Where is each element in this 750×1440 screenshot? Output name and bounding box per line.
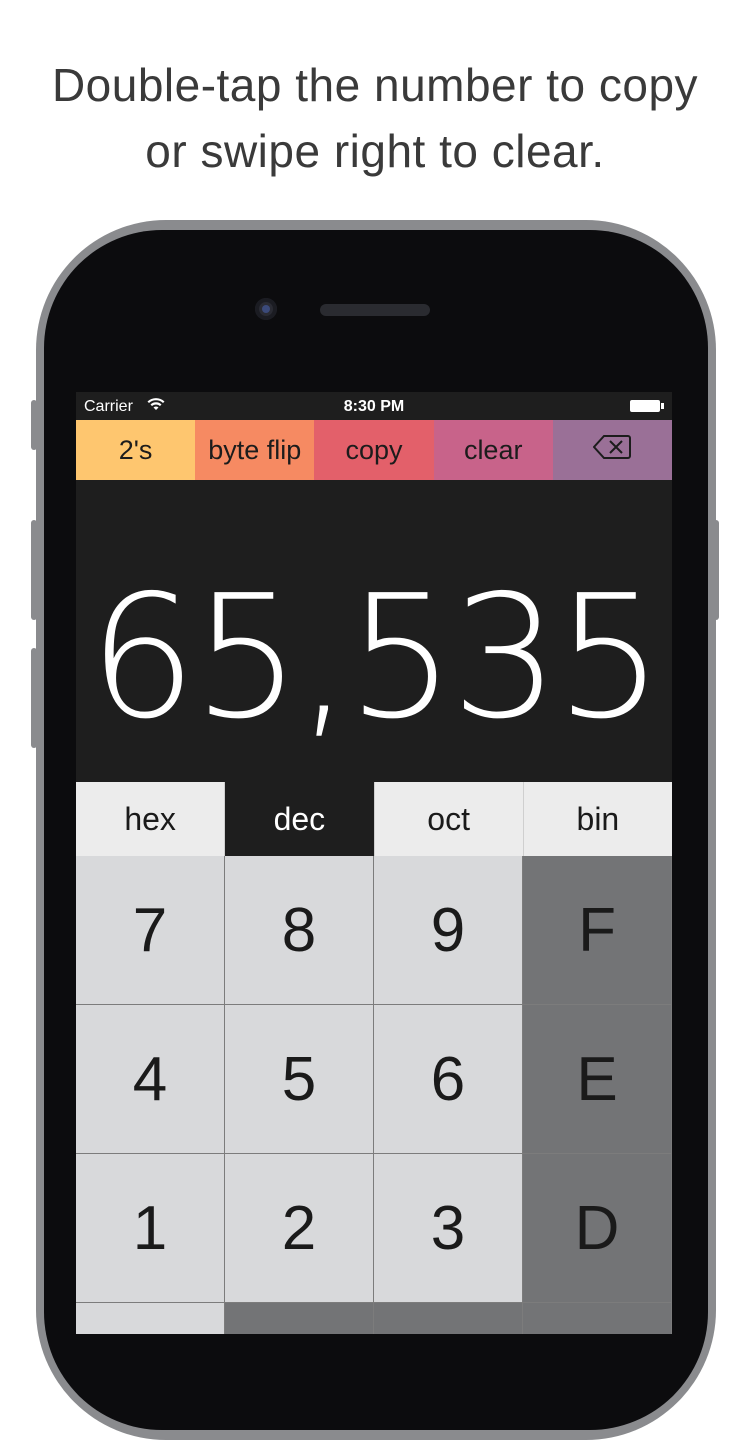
power-button [713, 520, 719, 620]
battery-icon [630, 400, 664, 412]
key-bottom-4[interactable] [523, 1303, 672, 1334]
base-mode-tabs: hex dec oct bin [76, 782, 672, 856]
key-1[interactable]: 1 [76, 1154, 225, 1303]
caption-line-2: or swipe right to clear. [145, 125, 605, 177]
key-2[interactable]: 2 [225, 1154, 374, 1303]
key-3[interactable]: 3 [374, 1154, 523, 1303]
clear-button[interactable]: clear [433, 420, 553, 480]
key-6[interactable]: 6 [374, 1005, 523, 1154]
front-camera [255, 298, 277, 320]
key-4[interactable]: 4 [76, 1005, 225, 1154]
caption-line-1: Double-tap the number to copy [51, 59, 699, 111]
backspace-button[interactable] [552, 420, 672, 480]
app-screen: Carrier 8:30 PM 2's byte flip copy clear… [76, 392, 672, 1334]
earpiece-speaker [320, 304, 430, 316]
volume-up-button [31, 520, 37, 620]
key-e[interactable]: E [523, 1005, 672, 1154]
display-value[interactable]: 65,535 [76, 568, 672, 748]
key-7[interactable]: 7 [76, 856, 225, 1005]
key-bottom-2[interactable] [225, 1303, 374, 1334]
action-bar: 2's byte flip copy clear [76, 420, 672, 480]
tab-dec[interactable]: dec [225, 782, 375, 856]
twos-complement-button[interactable]: 2's [76, 420, 196, 480]
key-5[interactable]: 5 [225, 1005, 374, 1154]
copy-button[interactable]: copy [314, 420, 434, 480]
tab-oct[interactable]: oct [374, 782, 524, 856]
key-9[interactable]: 9 [374, 856, 523, 1005]
backspace-icon [593, 434, 632, 467]
byte-flip-button[interactable]: byte flip [195, 420, 315, 480]
tab-bin[interactable]: bin [523, 782, 672, 856]
number-display[interactable]: 65,535 [76, 480, 672, 782]
keypad: 7 8 9 F 4 5 6 E 1 2 3 D [76, 856, 672, 1334]
key-bottom-3[interactable] [374, 1303, 523, 1334]
key-bottom-1[interactable] [76, 1303, 225, 1334]
tab-hex[interactable]: hex [76, 782, 226, 856]
key-d[interactable]: D [523, 1154, 672, 1303]
clock: 8:30 PM [343, 398, 405, 415]
volume-down-button [31, 648, 37, 748]
key-f[interactable]: F [523, 856, 672, 1005]
promo-caption: Double-tap the number to copy or swipe r… [0, 52, 750, 184]
mute-switch [31, 400, 37, 450]
status-bar: Carrier 8:30 PM [76, 392, 672, 420]
key-8[interactable]: 8 [225, 856, 374, 1005]
